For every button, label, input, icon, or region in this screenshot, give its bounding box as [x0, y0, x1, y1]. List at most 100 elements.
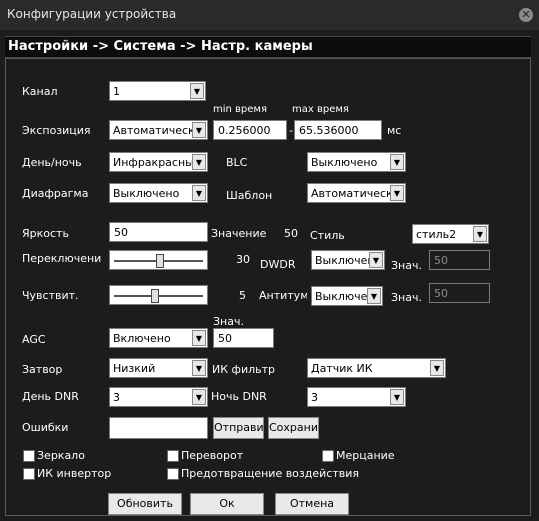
- chevron-down-icon: ▼: [430, 360, 444, 376]
- template-select[interactable]: Автоматически ▼: [307, 183, 406, 203]
- sensitivity-value-readout: 5: [239, 289, 246, 302]
- switch-slider[interactable]: [109, 250, 208, 270]
- iris-select[interactable]: Выключено ▼: [109, 183, 208, 203]
- breadcrumb-text: Настройки -> Система -> Настр. камеры: [8, 39, 313, 54]
- shutter-label: Затвор: [22, 363, 63, 376]
- day-night-label: День/ночь: [22, 156, 82, 169]
- min-time-value: 0.256000: [218, 124, 271, 137]
- chevron-down-icon: ▼: [192, 389, 206, 405]
- agc-znach-input[interactable]: 50: [213, 328, 274, 348]
- blc-select[interactable]: Выключено ▼: [307, 152, 406, 172]
- max-time-input[interactable]: 65.536000: [294, 120, 382, 140]
- blc-value: Выключено: [311, 156, 378, 169]
- template-value: Автоматически: [311, 187, 400, 200]
- ok-button[interactable]: Ок: [190, 493, 264, 515]
- exposure-value: Автоматически: [113, 124, 202, 137]
- dwdr-select[interactable]: Выключено ▼: [311, 250, 385, 270]
- agc-label: AGC: [22, 333, 46, 346]
- chevron-down-icon: ▼: [192, 330, 206, 346]
- cancel-button[interactable]: Отмена: [275, 493, 349, 515]
- style-select[interactable]: стиль2 ▼: [412, 224, 489, 244]
- agc-znach-value: 50: [218, 332, 232, 345]
- brightness-label: Яркость: [22, 227, 69, 240]
- refresh-button[interactable]: Обновить: [108, 493, 182, 515]
- switch-label: Переключение Д/Н: [22, 252, 102, 265]
- chevron-down-icon: ▼: [390, 154, 404, 170]
- day-night-select[interactable]: Инфракрасный ▼: [109, 152, 208, 172]
- dwdr-znach-value: 50: [434, 254, 448, 267]
- chevron-down-icon: ▼: [190, 83, 204, 99]
- min-time-label: min время: [213, 104, 267, 115]
- sensitivity-slider-thumb[interactable]: [151, 289, 159, 303]
- chevron-down-icon: ▼: [369, 252, 383, 268]
- dash-separator: -: [289, 124, 293, 137]
- chevron-down-icon: ▼: [390, 389, 404, 405]
- ir-invert-label: ИК инвертор: [37, 467, 112, 480]
- chevron-down-icon: ▼: [192, 185, 206, 201]
- antifog-select[interactable]: Выключено ▼: [311, 286, 383, 306]
- antifog-label: Антитума: [259, 289, 307, 302]
- errors-label: Ошибки: [22, 421, 69, 434]
- save-button[interactable]: Сохранить: [268, 417, 319, 439]
- agc-znach-label: Знач.: [213, 315, 244, 328]
- brightness-value: 50: [114, 226, 128, 239]
- night-dnr-select[interactable]: 3 ▼: [307, 387, 406, 407]
- style-label: Стиль: [310, 229, 345, 242]
- day-dnr-select[interactable]: 3 ▼: [109, 387, 208, 407]
- shutter-select[interactable]: Низкий ▼: [109, 358, 208, 378]
- iris-value: Выключено: [113, 187, 180, 200]
- exposure-select[interactable]: Автоматически ▼: [109, 120, 208, 140]
- channel-value: 1: [113, 85, 120, 98]
- chevron-down-icon: ▼: [367, 288, 381, 304]
- agc-select[interactable]: Включено ▼: [109, 328, 208, 348]
- switch-slider-thumb[interactable]: [156, 254, 164, 268]
- breadcrumb: Настройки -> Система -> Настр. камеры: [5, 36, 531, 58]
- mirror-checkbox[interactable]: [23, 450, 35, 462]
- brightness-input[interactable]: 50: [109, 222, 208, 242]
- chevron-down-icon: ▼: [473, 226, 487, 242]
- mirror-label: Зеркало: [37, 449, 85, 462]
- dwdr-znach-label: Знач.: [391, 259, 422, 272]
- night-dnr-label: Ночь DNR: [211, 390, 267, 403]
- day-dnr-value: 3: [113, 391, 120, 404]
- brightness-value-readout: 50: [284, 227, 298, 240]
- close-icon[interactable]: ✕: [519, 8, 533, 22]
- chevron-down-icon: ▼: [192, 122, 206, 138]
- exposure-label: Экспозиция: [22, 124, 91, 137]
- chevron-down-icon: ▼: [192, 154, 206, 170]
- antifog-znach-input[interactable]: 50: [429, 283, 490, 303]
- ms-label: мс: [387, 124, 402, 137]
- dwdr-label: DWDR: [260, 258, 296, 271]
- anti-tamper-checkbox[interactable]: [167, 468, 179, 480]
- switch-value-readout: 30: [236, 253, 250, 266]
- flicker-label: Мерцание: [336, 449, 395, 462]
- send-button[interactable]: Отправить: [213, 417, 264, 439]
- value-label: Значение: [211, 227, 267, 240]
- chevron-down-icon: ▼: [192, 360, 206, 376]
- sensitivity-slider[interactable]: [109, 285, 208, 305]
- antifog-znach-value: 50: [434, 287, 448, 300]
- flip-checkbox[interactable]: [167, 450, 179, 462]
- min-time-input[interactable]: 0.256000: [213, 120, 287, 140]
- window-title: Конфигурации устройства: [7, 7, 177, 21]
- agc-value: Включено: [113, 332, 171, 345]
- style-value: стиль2: [416, 228, 457, 241]
- channel-label: Канал: [22, 85, 58, 98]
- sensitivity-label: Чувствит.: [22, 289, 79, 302]
- shutter-value: Низкий: [113, 362, 156, 375]
- ir-filter-value: Датчик ИК: [311, 362, 373, 375]
- flicker-checkbox[interactable]: [322, 450, 334, 462]
- max-time-label: max время: [292, 104, 349, 115]
- errors-input[interactable]: [109, 417, 208, 439]
- ir-invert-checkbox[interactable]: [23, 468, 35, 480]
- max-time-value: 65.536000: [299, 124, 359, 137]
- dwdr-znach-input[interactable]: 50: [429, 250, 490, 270]
- ir-filter-label: ИК фильтр: [212, 363, 275, 376]
- anti-tamper-label: Предотвращение воздействия: [181, 467, 359, 480]
- ir-filter-select[interactable]: Датчик ИК ▼: [307, 358, 446, 378]
- channel-select[interactable]: 1 ▼: [109, 81, 206, 101]
- night-dnr-value: 3: [311, 391, 318, 404]
- iris-label: Диафрагма: [22, 187, 89, 200]
- antifog-znach-label: Знач.: [391, 291, 422, 304]
- chevron-down-icon: ▼: [390, 185, 404, 201]
